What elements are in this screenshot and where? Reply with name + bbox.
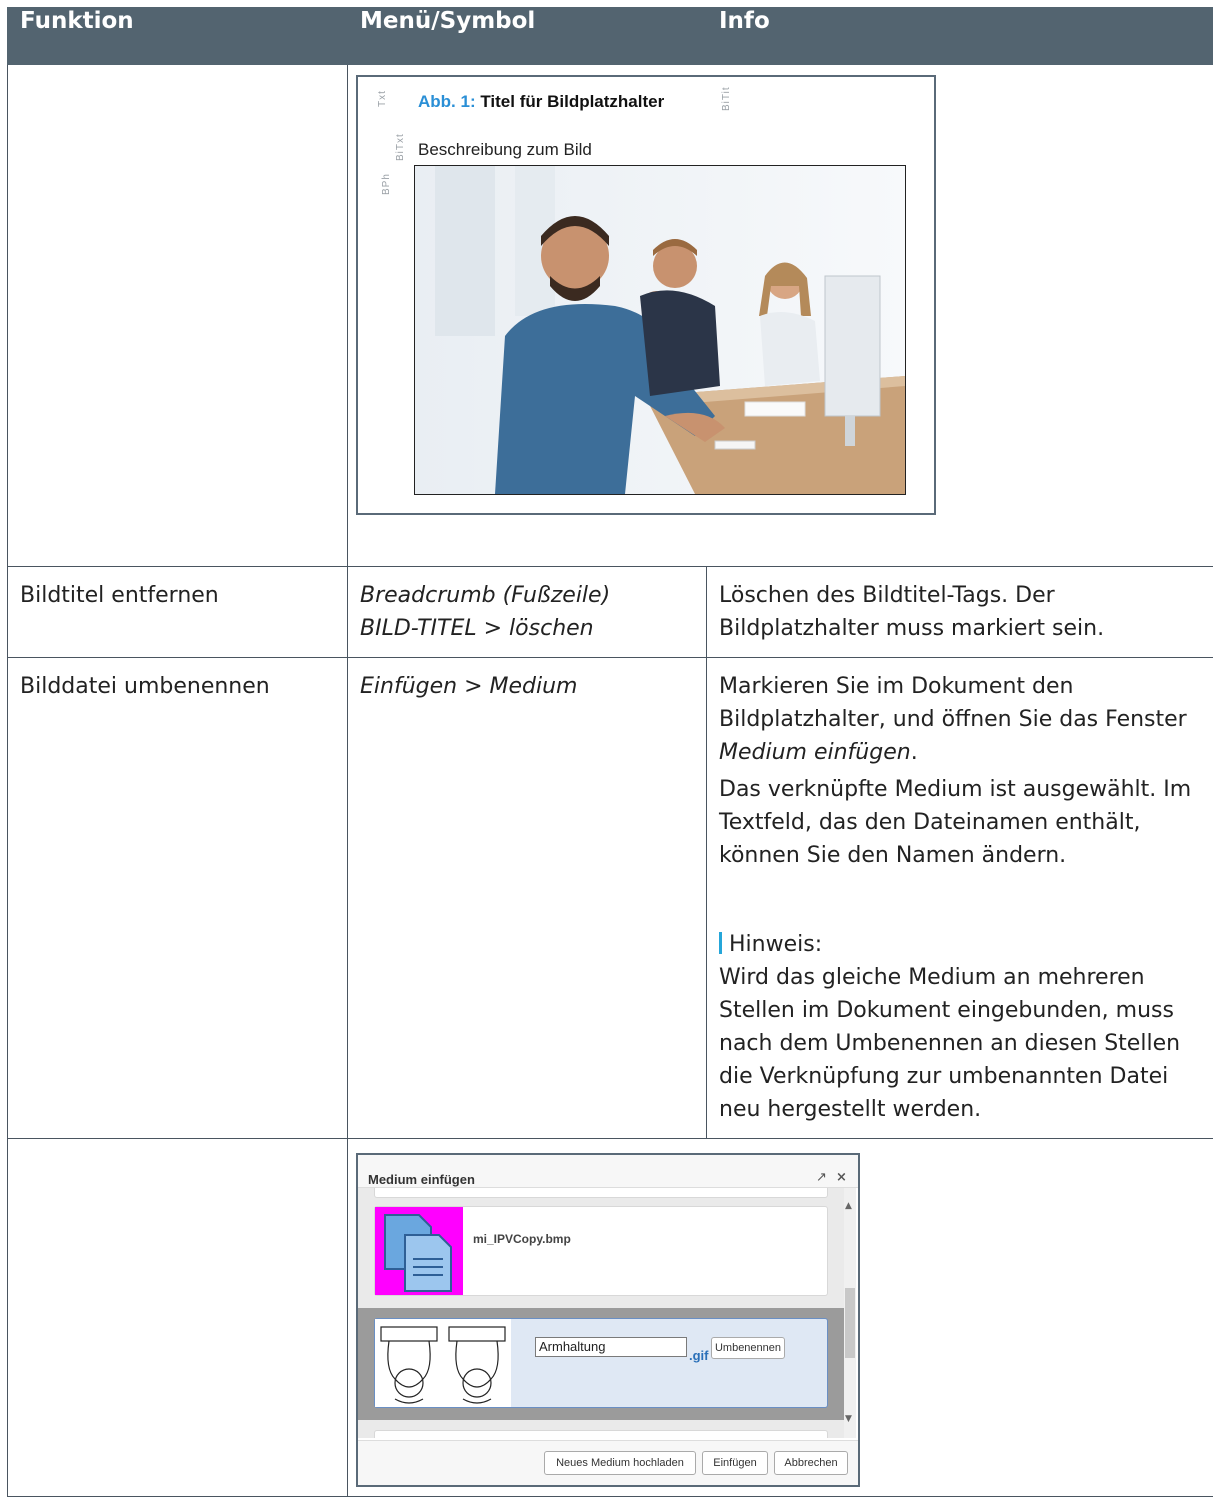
keyboard-posture-icon	[375, 1319, 511, 1407]
note-label: Hinweis:	[729, 932, 823, 957]
list-item[interactable]	[374, 1188, 828, 1198]
list-item[interactable]	[374, 1430, 828, 1438]
scrollbar[interactable]: ▲ ▼	[844, 1188, 856, 1438]
header-menu-symbol: Menü/Symbol	[347, 7, 707, 65]
cancel-button[interactable]: Abbrechen	[774, 1451, 848, 1475]
figure-description: Beschreibung zum Bild	[418, 140, 592, 159]
table-row: Bilddatei umbenennen Einfügen > Medium M…	[7, 657, 1213, 1139]
header-funktion: Funktion	[7, 7, 348, 65]
note-text: Wird das gleiche Medium an mehreren Stel…	[719, 965, 1181, 1122]
side-tag: Txt	[377, 90, 388, 107]
file-extension: .gif	[689, 1348, 709, 1363]
info-text: .	[910, 740, 918, 765]
side-tag: BPh	[381, 173, 392, 195]
dialog-screenshot-cell: Medium einfügen ↗ × mi_IPVCopy.bmp Armha…	[347, 1138, 1213, 1497]
note-heading: Hinweis:	[719, 928, 1201, 961]
document-page: Funktion Menü/Symbol Info Txt BiTxt BPh …	[0, 0, 1213, 1504]
info-cell: Löschen des Bildtitel-Tags. Der Bildplat…	[706, 566, 1213, 658]
medium-dialog-screenshot: Medium einfügen ↗ × mi_IPVCopy.bmp Armha…	[356, 1153, 860, 1487]
upload-media-button[interactable]: Neues Medium hochladen	[544, 1451, 696, 1475]
dialog-footer: Neues Medium hochladen Einfügen Abbreche…	[358, 1440, 858, 1485]
list-item[interactable]: mi_IPVCopy.bmp	[374, 1206, 828, 1296]
copy-document-icon	[375, 1207, 463, 1295]
figure-screenshot-cell: Txt BiTxt BPh Abb. 1: Titel für Bildplat…	[347, 64, 1213, 567]
empty-cell	[7, 1138, 348, 1497]
side-tag: BiTxt	[395, 133, 406, 161]
title-tag: BiTit	[721, 86, 732, 111]
office-photo-icon	[414, 165, 906, 495]
file-name: mi_IPVCopy.bmp	[473, 1232, 571, 1246]
scroll-thumb[interactable]	[845, 1288, 855, 1358]
caption-number: Abb. 1:	[418, 92, 476, 111]
rename-button[interactable]: Umbenennen	[711, 1337, 785, 1359]
funktion-cell: Bilddatei umbenennen	[7, 657, 348, 1139]
table-row: Bildtitel entfernen Breadcrumb (Fußzeile…	[7, 566, 1213, 658]
table-row: Medium einfügen ↗ × mi_IPVCopy.bmp Armha…	[7, 1138, 1213, 1497]
table-header-row: Funktion Menü/Symbol Info	[7, 7, 1213, 65]
note-bar-icon	[719, 932, 722, 954]
info-paragraph: Markieren Sie im Dokument den Bildplatzh…	[719, 670, 1201, 769]
info-emphasis: Medium einfügen	[719, 740, 911, 765]
media-list[interactable]: mi_IPVCopy.bmp Armhaltung .gif Umbenenne…	[358, 1188, 844, 1438]
menu-cell: Einfügen > Medium	[347, 657, 707, 1139]
table-row: Txt BiTxt BPh Abb. 1: Titel für Bildplat…	[7, 64, 1213, 567]
info-paragraph: Das verknüpfte Medium ist ausgewählt. Im…	[719, 777, 1192, 868]
function-table: Funktion Menü/Symbol Info Txt BiTxt BPh …	[7, 7, 1213, 1497]
caption-title: Titel für Bildplatzhalter	[480, 92, 665, 111]
menu-line: Breadcrumb (Fußzeile)	[360, 583, 611, 608]
dialog-header: Medium einfügen ↗ ×	[358, 1155, 858, 1188]
info-text: Markieren Sie im Dokument den Bildplatzh…	[719, 674, 1187, 732]
scroll-down-icon[interactable]: ▼	[845, 1403, 852, 1436]
menu-line: BILD-TITEL > löschen	[360, 616, 594, 641]
header-info: Info	[706, 7, 1213, 65]
info-cell: Markieren Sie im Dokument den Bildplatzh…	[706, 657, 1213, 1139]
empty-cell	[7, 64, 348, 567]
list-item-selected[interactable]: Armhaltung .gif Umbenennen	[374, 1318, 828, 1408]
figure-placeholder-screenshot: Txt BiTxt BPh Abb. 1: Titel für Bildplat…	[356, 75, 936, 515]
menu-cell: Breadcrumb (Fußzeile) BILD-TITEL > lösch…	[347, 566, 707, 658]
insert-button[interactable]: Einfügen	[702, 1451, 768, 1475]
rename-input[interactable]: Armhaltung	[535, 1337, 687, 1357]
figure-caption: Abb. 1: Titel für Bildplatzhalter	[418, 85, 664, 118]
scroll-up-icon[interactable]: ▲	[845, 1190, 852, 1223]
funktion-cell: Bildtitel entfernen	[7, 566, 348, 658]
